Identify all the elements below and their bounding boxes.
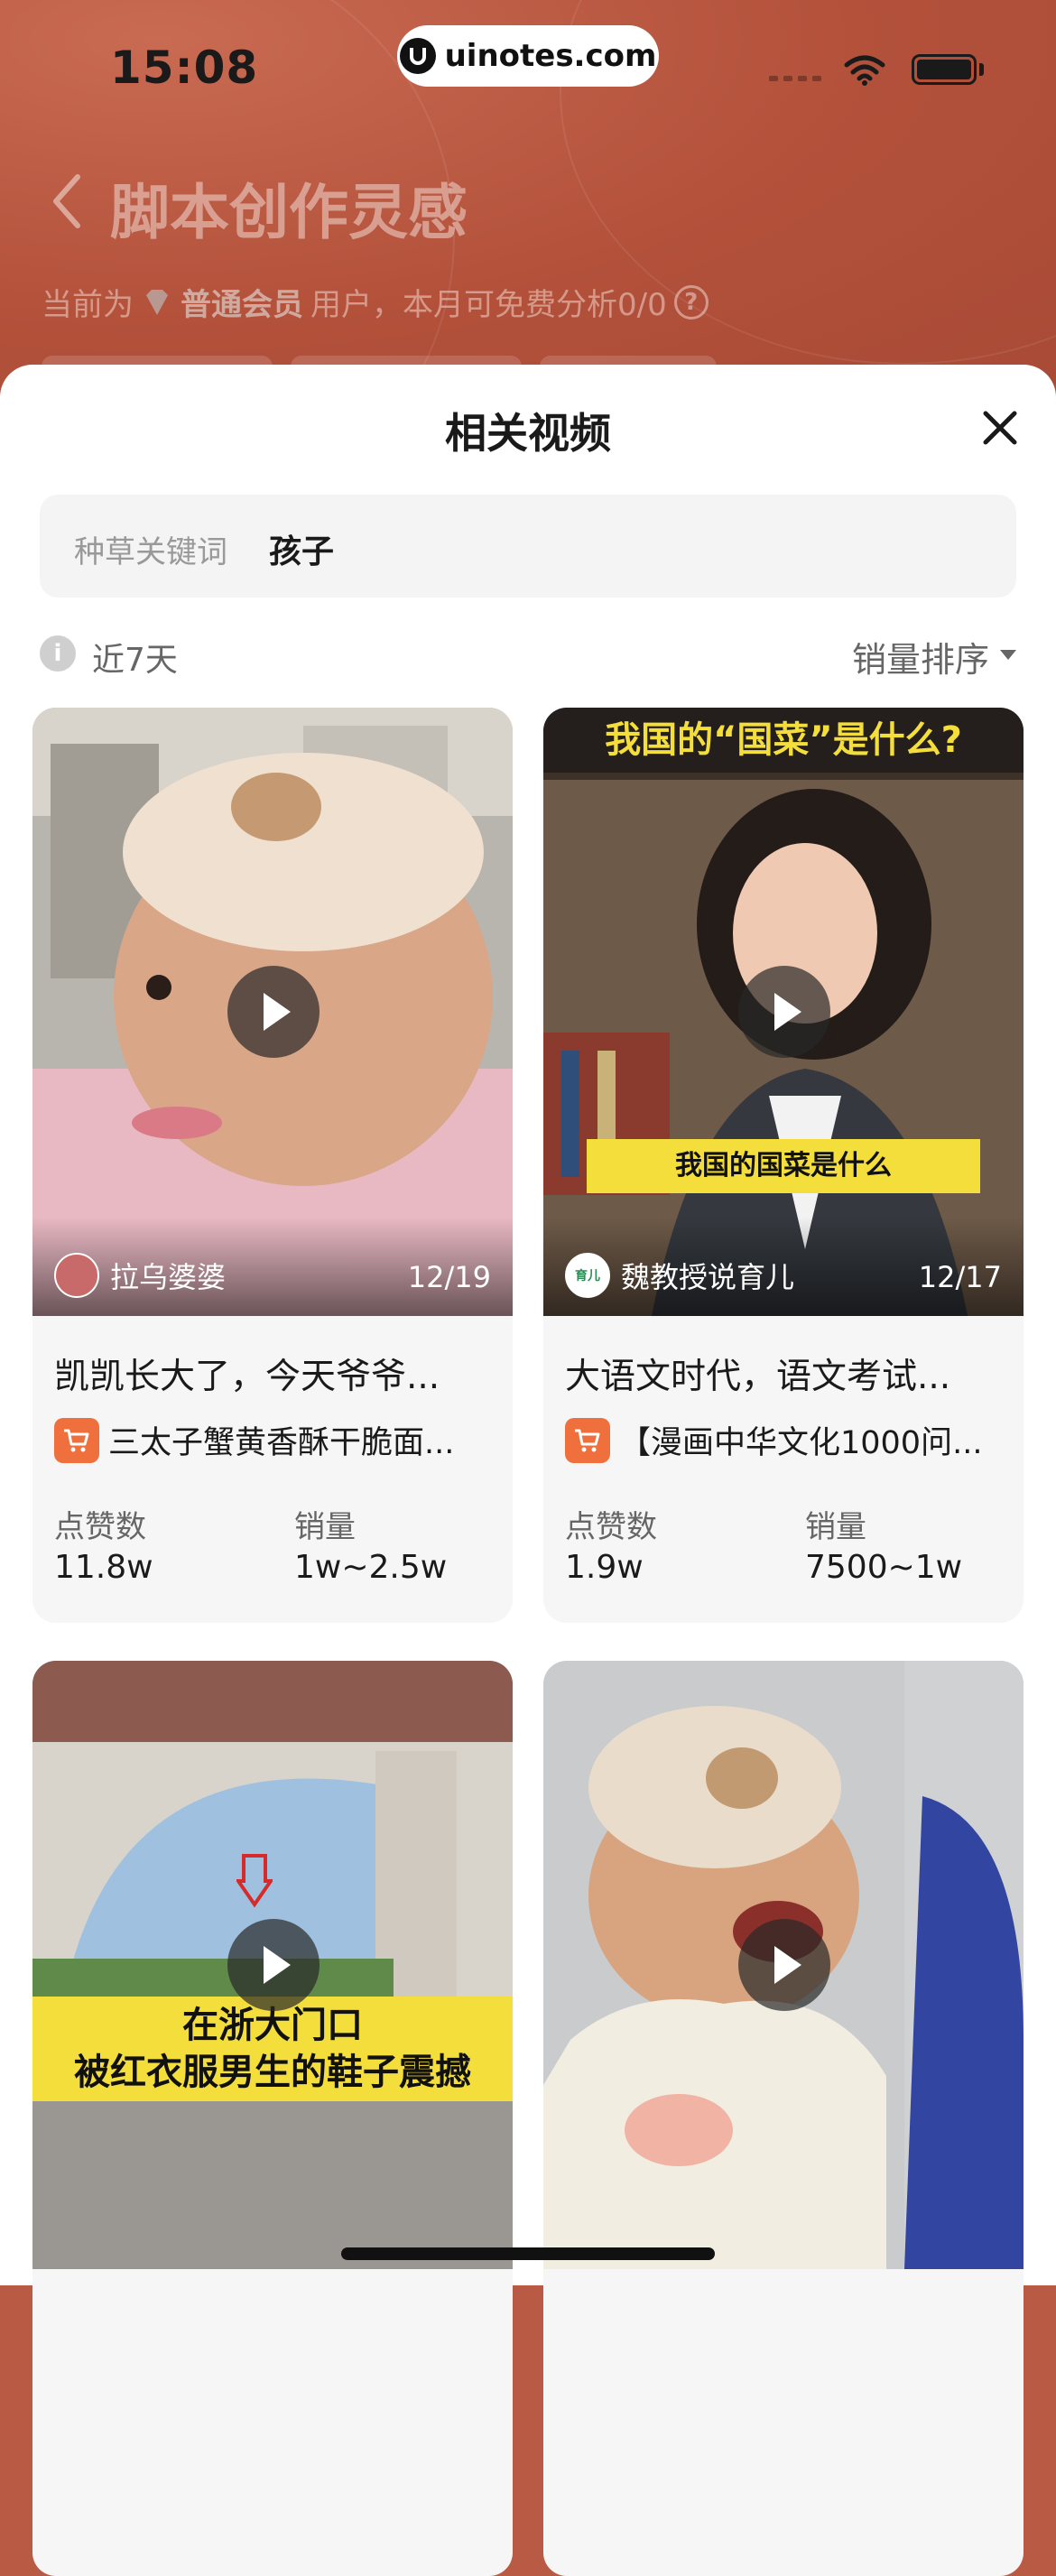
url-pill: uinotes.com	[397, 25, 659, 87]
status-time: 15:08	[110, 42, 259, 94]
member-info: 当前为 普通会员 用户，本月可免费分析0/0 ?	[42, 280, 709, 324]
avatar-logo-text: 育儿	[575, 1269, 600, 1283]
video-thumbnail[interactable]: 在浙大门口 被红衣服男生的鞋子震撼	[32, 1661, 513, 2269]
author-name: 拉乌婆婆	[110, 1260, 227, 1294]
avatar	[54, 1253, 99, 1298]
sales-value: 7500~1w	[805, 1549, 963, 1586]
diamond-icon	[146, 289, 168, 315]
product-name: 三太子蟹黄香酥干脆面...	[108, 1425, 455, 1461]
author-name: 魏教授说育儿	[621, 1260, 795, 1294]
related-videos-sheet: 相关视频 种草关键词 孩子 i 近7天 销量排序 拉乌婆婆 12/19 凯凯长大…	[0, 365, 1056, 2576]
info-icon[interactable]: i	[40, 635, 76, 672]
url-text: uinotes.com	[444, 38, 657, 74]
video-card[interactable]: 我国的“国菜”是什么? 我国的国菜是什么 育儿 魏教授说育儿 12/17 大语文…	[543, 708, 1024, 1623]
site-logo-icon	[399, 38, 436, 74]
page-title: 脚本创作灵感	[110, 178, 468, 247]
likes-label: 点赞数	[565, 1509, 657, 1545]
member-level: 普通会员	[181, 287, 303, 323]
video-thumbnail[interactable]	[543, 1661, 1024, 2269]
battery-icon	[912, 54, 977, 85]
sheet-title: 相关视频	[445, 409, 611, 458]
post-date: 12/17	[918, 1260, 1002, 1294]
member-prefix: 当前为	[42, 287, 134, 323]
video-card[interactable]: 在浙大门口 被红衣服男生的鞋子震撼	[32, 1661, 513, 2576]
product-row[interactable]: 【漫画中华文化1000问...	[565, 1417, 1007, 1463]
likes-value: 11.8w	[54, 1549, 153, 1586]
video-card[interactable]: 拉乌婆婆 12/19 凯凯长大了，今天爷爷... 三太子蟹黄香酥干脆面... 点…	[32, 708, 513, 1623]
play-icon[interactable]	[738, 966, 830, 1058]
sales-label: 销量	[294, 1509, 356, 1545]
member-suffix: 用户，本月可免费分析0/0	[310, 287, 667, 323]
keyword-search-field[interactable]: 种草关键词 孩子	[40, 495, 1016, 598]
wifi-icon	[844, 55, 885, 86]
video-thumbnail[interactable]: 拉乌婆婆 12/19	[32, 708, 513, 1316]
back-arrow-icon[interactable]	[45, 170, 90, 233]
product-row[interactable]: 三太子蟹黄香酥干脆面...	[54, 1417, 496, 1463]
caret-down-icon[interactable]	[1000, 650, 1016, 660]
help-icon[interactable]: ?	[673, 284, 709, 320]
cart-icon	[565, 1417, 610, 1463]
play-icon[interactable]	[227, 1919, 320, 2011]
video-title: 凯凯长大了，今天爷爷...	[54, 1357, 440, 1397]
video-caption-top: 我国的“国菜”是什么?	[543, 708, 1024, 773]
cart-icon	[54, 1417, 99, 1463]
search-label: 种草关键词	[74, 534, 227, 570]
likes-value: 1.9w	[565, 1549, 644, 1586]
post-date: 12/19	[407, 1260, 491, 1294]
video-title: 大语文时代，语文考试...	[565, 1357, 951, 1397]
status-bar: 15:08 uinotes.com	[0, 0, 1056, 135]
sales-value: 1w~2.5w	[294, 1549, 448, 1586]
sort-dropdown[interactable]: 销量排序	[852, 632, 989, 681]
play-icon[interactable]	[227, 966, 320, 1058]
down-arrow-icon	[236, 1854, 273, 1908]
video-thumbnail[interactable]: 我国的“国菜”是什么? 我国的国菜是什么 育儿 魏教授说育儿 12/17	[543, 708, 1024, 1316]
author-row: 育儿 魏教授说育儿	[565, 1253, 794, 1298]
video-caption: 在浙大门口 被红衣服男生的鞋子震撼	[32, 1997, 513, 2101]
video-card[interactable]	[543, 1661, 1024, 2576]
filter-row: i 近7天 销量排序	[40, 626, 1016, 681]
caption-line: 被红衣服男生的鞋子震撼	[74, 2052, 471, 2093]
date-range-label: 近7天	[92, 642, 178, 679]
close-icon[interactable]	[977, 404, 1024, 451]
product-name: 【漫画中华文化1000问...	[619, 1425, 983, 1461]
home-indicator[interactable]	[341, 2247, 715, 2260]
likes-label: 点赞数	[54, 1509, 146, 1545]
video-caption-bottom: 我国的国菜是什么	[587, 1139, 980, 1193]
author-row: 拉乌婆婆	[54, 1253, 226, 1298]
avatar: 育儿	[565, 1253, 610, 1298]
search-value: 孩子	[269, 533, 335, 570]
cellular-signal-icon	[769, 76, 821, 81]
sales-label: 销量	[805, 1509, 866, 1545]
play-icon[interactable]	[738, 1919, 830, 2011]
